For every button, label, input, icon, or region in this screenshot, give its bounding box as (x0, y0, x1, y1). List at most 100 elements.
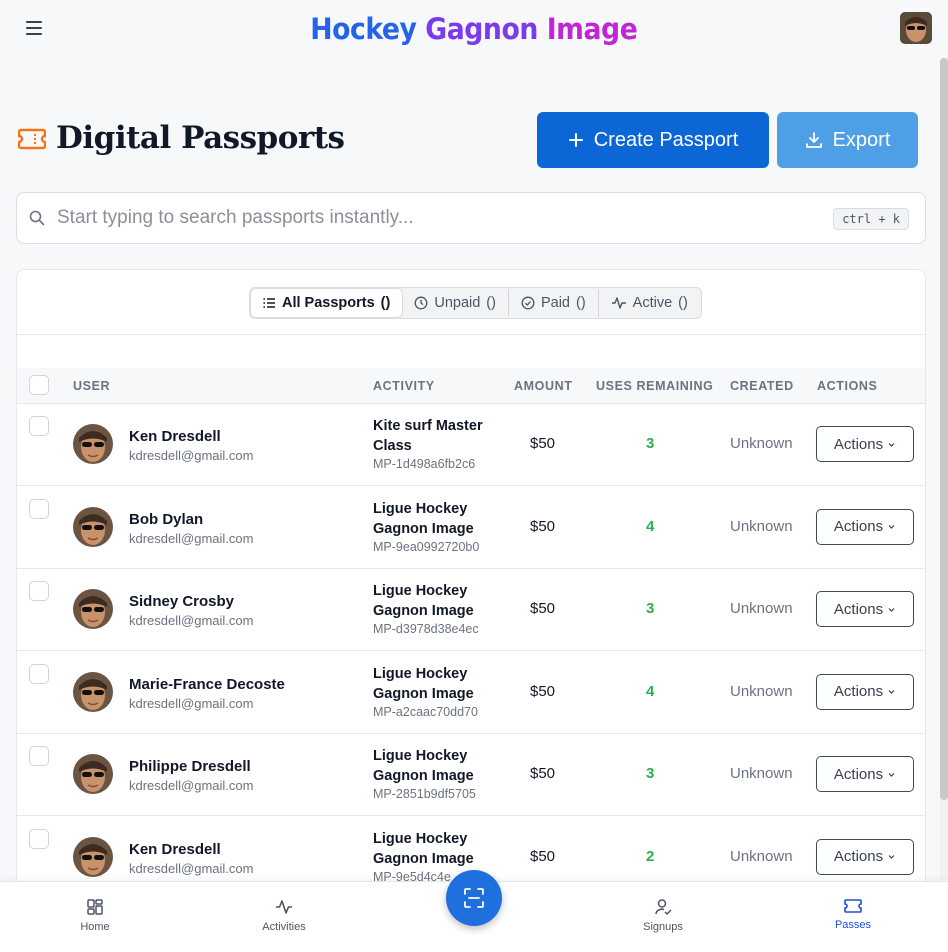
row-checkbox[interactable] (29, 828, 49, 849)
top-bar: Hockey Gagnon Image (0, 0, 948, 58)
uses-remaining: 3 (646, 435, 655, 452)
activity-icon (611, 297, 626, 309)
table-header: USER ACTIVITY AMOUNT USES REMAINING CREA… (17, 368, 925, 404)
user-name: Sidney Crosby (129, 593, 235, 610)
divider (17, 334, 925, 335)
scrollbar-thumb[interactable] (940, 58, 948, 800)
table-row[interactable]: Philippe Dresdell kdresdell@gmail.com Ligu… (17, 734, 925, 816)
nav-label: Home (80, 921, 110, 933)
user-check-icon (655, 899, 672, 916)
ticket-icon (844, 899, 862, 913)
created-date: Unknown (730, 765, 793, 782)
search-input[interactable] (57, 203, 817, 233)
chevron-down-icon (888, 607, 895, 612)
user-email: kdresdell@gmail.com (129, 530, 254, 546)
column-header-uses-remaining: USES REMAINING (596, 379, 714, 393)
row-checkbox[interactable] (29, 498, 49, 519)
row-checkbox[interactable] (29, 746, 49, 766)
column-header-created: CREATED (730, 379, 794, 393)
amount: $50 (530, 765, 556, 782)
row-checkbox[interactable] (29, 581, 49, 601)
chevron-down-icon (888, 442, 895, 447)
chevron-down-icon (888, 525, 895, 529)
actions-label: Actions (833, 600, 884, 618)
amount: $50 (530, 600, 556, 617)
actions-dropdown-button[interactable]: Actions (816, 508, 914, 545)
user-avatar[interactable] (900, 12, 932, 44)
actions-dropdown-button[interactable]: Actions (816, 756, 914, 792)
user-email: kdresdell@gmail.com (129, 613, 254, 628)
tab-label: Unpaid (434, 295, 481, 311)
actions-dropdown-button[interactable]: Actions (816, 838, 914, 875)
avatar (73, 424, 113, 464)
table-row[interactable]: Sidney Crosby kdresdell@gmail.com Ligue Ho… (17, 569, 925, 651)
amount: $50 (530, 435, 556, 452)
created-date: Unknown (730, 847, 793, 865)
activity-name: Kite surf Master Class (373, 418, 483, 454)
column-header-activity: ACTIVITY (373, 379, 435, 393)
passport-id: MP-a2caac70dd70 (373, 704, 478, 719)
brand-logo[interactable]: Hockey Gagnon Image (310, 12, 638, 46)
scan-button[interactable] (446, 870, 502, 926)
uses-remaining: 3 (646, 765, 655, 782)
download-icon (805, 132, 822, 148)
plus-icon (568, 133, 583, 147)
user-name: Ken Dresdell (129, 428, 221, 445)
check-circle-icon (521, 296, 535, 310)
actions-dropdown-button[interactable]: Actions (816, 591, 914, 627)
export-label: Export (832, 128, 891, 151)
nav-home[interactable]: Home (55, 898, 135, 933)
avatar (73, 754, 113, 794)
activity-name: Ligue Hockey Gagnon Image (373, 583, 474, 619)
nav-passes[interactable]: Passes (813, 898, 893, 931)
user-name: Marie-France Decoste (129, 675, 285, 693)
uses-remaining: 2 (646, 847, 655, 865)
tab-count: () (380, 295, 391, 311)
avatar (73, 506, 113, 547)
create-passport-label: Create Passport (593, 128, 739, 151)
create-passport-button[interactable]: Create Passport (537, 112, 769, 168)
table-row[interactable]: Bob Dylan kdresdell@gmail.com Ligue Hockey… (17, 487, 925, 569)
avatar (73, 836, 113, 877)
passport-id: MP-d3978d38e4ec (373, 622, 479, 636)
nav-activities[interactable]: Activities (244, 898, 324, 933)
tab-active[interactable]: Active () (597, 289, 700, 317)
activity-name: Ligue Hockey Gagnon Image (373, 665, 474, 702)
user-email: kdresdell@gmail.com (129, 778, 254, 793)
passport-id: MP-1d498a6fb2c6 (373, 457, 476, 471)
created-date: Unknown (730, 682, 793, 700)
keyboard-shortcut-hint: ctrl + k (833, 208, 909, 230)
tab-count: () (576, 295, 586, 311)
tab-all-passports[interactable]: All Passports () (251, 289, 403, 317)
amount: $50 (530, 682, 556, 700)
nav-label: Activities (262, 921, 306, 933)
brand-word-2: Gagnon (425, 12, 539, 46)
select-all-checkbox[interactable] (29, 375, 49, 395)
amount: $50 (530, 517, 556, 535)
hamburger-menu-icon[interactable] (26, 18, 48, 38)
actions-label: Actions (833, 848, 884, 865)
uses-remaining: 4 (646, 517, 655, 535)
table-row[interactable]: Ken Dresdell kdresdell@gmail.com Kite surf… (17, 404, 925, 486)
passport-id: MP-9ea0992720b0 (373, 539, 480, 554)
row-checkbox[interactable] (29, 416, 49, 436)
tab-label: All Passports (282, 295, 375, 311)
tab-unpaid[interactable]: Unpaid () (402, 289, 508, 317)
list-icon (263, 298, 275, 308)
table-row[interactable]: Marie-France Decoste kdresdell@gmail.com L… (17, 652, 925, 734)
user-name: Philippe Dresdell (129, 758, 251, 775)
user-name: Ken Dresdell (129, 840, 221, 858)
avatar (73, 589, 113, 629)
row-checkbox[interactable] (29, 663, 49, 684)
tab-paid[interactable]: Paid () (507, 289, 598, 317)
nav-signups[interactable]: Signups (623, 898, 703, 933)
activity-icon (276, 900, 292, 914)
actions-dropdown-button[interactable]: Actions (816, 426, 914, 462)
user-email: kdresdell@gmail.com (129, 695, 254, 711)
activity-name: Ligue Hockey Gagnon Image (373, 500, 474, 537)
column-header-actions: ACTIONS (817, 379, 878, 393)
chevron-down-icon (888, 855, 895, 859)
actions-dropdown-button[interactable]: Actions (816, 673, 914, 710)
export-button[interactable]: Export (777, 112, 918, 168)
actions-label: Actions (833, 518, 884, 535)
